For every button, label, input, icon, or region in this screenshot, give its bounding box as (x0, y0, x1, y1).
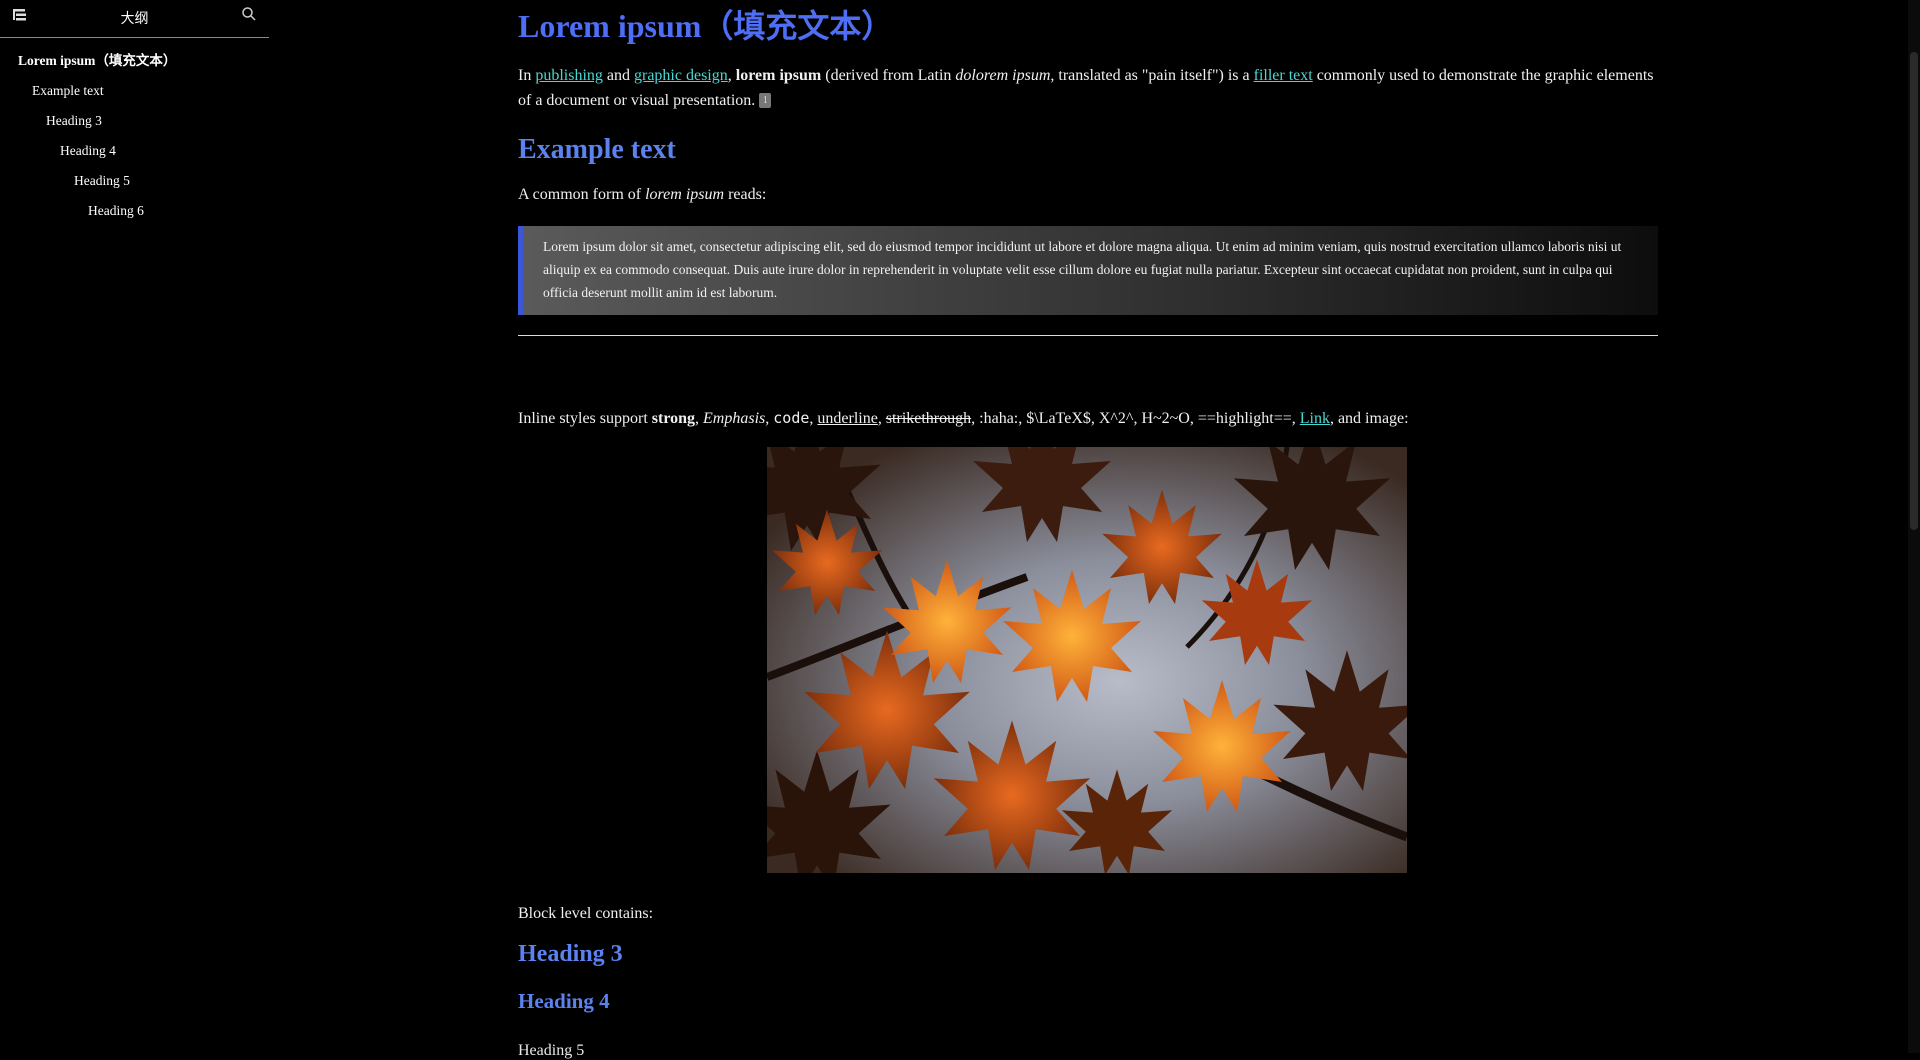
intro-text: In (518, 66, 536, 84)
text: , (695, 409, 704, 427)
intro-text: , (727, 66, 736, 84)
filler-text-link[interactable]: filler text (1254, 67, 1313, 84)
sidebar-header: 大纲 (0, 0, 269, 38)
graphic-design-link[interactable]: graphic design (634, 67, 728, 84)
inline-styles-paragraph: Inline styles support strong, Emphasis , … (518, 406, 1658, 432)
scrollbar[interactable] (1908, 0, 1920, 1053)
intro-text: (derived from Latin (821, 66, 956, 84)
inline-link[interactable]: Link (1300, 410, 1330, 427)
text: reads: (724, 186, 767, 204)
text: Inline styles support (518, 409, 652, 427)
strong-text: strong (651, 409, 696, 427)
outline-item-example-text[interactable]: Example text (0, 76, 269, 106)
scrollbar-thumb[interactable] (1910, 52, 1918, 530)
sidebar-title: 大纲 (120, 11, 149, 27)
outline-sidebar: 大纲 Lorem ipsum（填充文本） Example text Headin… (0, 0, 269, 1053)
outline-item-heading-5[interactable]: Heading 5 (0, 166, 269, 196)
search-icon[interactable] (241, 6, 257, 22)
intro-text: and (602, 66, 634, 84)
emphasis-text: Emphasis (703, 409, 766, 427)
text: , (877, 409, 886, 427)
strikethrough-text: strikethrough (885, 409, 972, 427)
autumn-leaves-illustration (767, 447, 1407, 874)
lorem-blockquote: Lorem ipsum dolor sit amet, consectetur … (518, 225, 1658, 315)
document-title: Lorem ipsum（填充文本） (518, 8, 894, 44)
block-level-paragraph: Block level contains: (518, 905, 654, 923)
italic-text: dolorem ipsum (955, 66, 1051, 84)
text: , and image: (1329, 409, 1409, 427)
underline-text: underline (817, 409, 878, 427)
heading-5-partial: Heading 5 (518, 1042, 585, 1059)
horizontal-rule (518, 334, 1658, 336)
outline-list: Lorem ipsum（填充文本） Example text Heading 3… (0, 38, 269, 226)
autumn-leaves-image (767, 447, 1407, 874)
heading-4: Heading 4 (518, 989, 610, 1014)
outline-item-heading-6[interactable]: Heading 6 (0, 196, 269, 226)
outline-item-heading-3[interactable]: Heading 3 (0, 106, 269, 136)
intro-text: , translated as "pain itself") is a (1050, 66, 1254, 84)
footnote-ref[interactable]: 1 (759, 93, 772, 109)
text: , :haha:, $\LaTeX$, X^2^, H~2~O, ==highl… (971, 409, 1300, 427)
heading-example-text: Example text (518, 133, 676, 165)
heading-3: Heading 3 (518, 940, 623, 967)
publishing-link[interactable]: publishing (535, 67, 603, 84)
text: A common form of (518, 186, 646, 204)
common-form-paragraph: A common form of lorem ipsum reads: (518, 182, 1658, 208)
intro-paragraph: In publishing and graphic design, lorem … (518, 63, 1658, 114)
document-content: Lorem ipsum（填充文本） In publishing and grap… (518, 0, 1658, 1023)
outline-item-heading-4[interactable]: Heading 4 (0, 136, 269, 166)
italic-text: lorem ipsum (645, 186, 725, 204)
code-text: code (773, 408, 810, 427)
outline-item-title[interactable]: Lorem ipsum（填充文本） (0, 46, 269, 76)
bold-text: lorem ipsum (735, 66, 822, 84)
